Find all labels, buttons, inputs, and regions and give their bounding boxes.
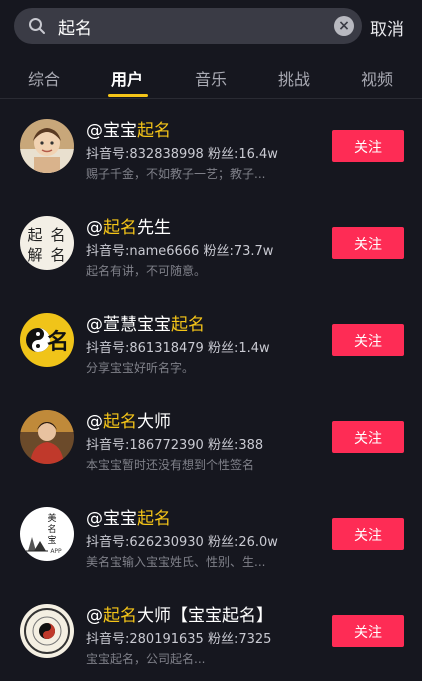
user-name[interactable]: @起名大师 <box>86 407 171 432</box>
user-name[interactable]: @宝宝起名 <box>86 504 171 529</box>
avatar-char: 起 <box>27 226 42 244</box>
user-bio: 宝宝起名，公司起名... <box>86 652 206 666</box>
user-meta: 抖音号:861318479 粉丝:1.4w <box>86 341 270 356</box>
tab-users[interactable]: 用户 <box>111 66 143 90</box>
follow-button[interactable]: 关注 <box>332 421 404 453</box>
clear-icon[interactable]: × <box>334 16 354 36</box>
follow-button[interactable]: 关注 <box>332 518 404 550</box>
user-bio: 起名有讲，不可随意。 <box>86 264 207 278</box>
user-row[interactable]: @起名大师 抖音号:186772390 粉丝:388 本宝宝暂时还没有想到个性签… <box>0 390 422 487</box>
search-bar-row: × 取消 <box>0 0 422 52</box>
avatar-char: 名 <box>50 226 65 244</box>
user-row[interactable]: 名 @萱慧宝宝起名 抖音号:861318479 粉丝:1.4w 分享宝宝好听名字… <box>0 293 422 390</box>
user-bio: 赐子千金，不如教子一艺；教子... <box>86 167 266 181</box>
app-logo-avatar[interactable]: 美 名 宝 APP <box>20 507 74 561</box>
avatar-char: APP <box>50 548 62 555</box>
user-bio: 美名宝输入宝宝姓氏、性别、生... <box>86 555 266 569</box>
follow-button[interactable]: 关注 <box>332 227 404 259</box>
bagua-avatar[interactable] <box>20 604 74 658</box>
user-row[interactable]: 起 名 解 名 @起名先生 抖音号:name6666 粉丝:73.7w 起名有讲… <box>0 196 422 293</box>
user-bio: 本宝宝暂时还没有想到个性签名 <box>86 458 255 472</box>
tab-video[interactable]: 视频 <box>361 66 393 90</box>
avatar-char: 解 <box>27 246 42 264</box>
user-name[interactable]: @宝宝起名 <box>86 116 171 141</box>
follow-button[interactable]: 关注 <box>332 324 404 356</box>
tab-challenge[interactable]: 挑战 <box>278 66 310 90</box>
tab-music[interactable]: 音乐 <box>195 66 227 90</box>
avatar-char: 美 <box>47 512 56 524</box>
tab-bar: 综合 用户 音乐 挑战 视频 <box>0 52 422 98</box>
user-meta: 抖音号:186772390 粉丝:388 <box>86 438 264 453</box>
user-name[interactable]: @萱慧宝宝起名 <box>86 310 205 335</box>
avatar-char: 宝 <box>47 534 56 546</box>
user-row[interactable]: 美 名 宝 APP @宝宝起名 抖音号:626230930 粉丝:26.0w 美… <box>0 487 422 584</box>
user-name[interactable]: @起名大师【宝宝起名】 <box>86 601 273 626</box>
baby-photo-avatar[interactable] <box>20 119 74 173</box>
search-input[interactable] <box>58 8 328 44</box>
avatar-char: 名 <box>47 329 69 355</box>
avatar-char: 名 <box>50 246 65 264</box>
tab-all[interactable]: 综合 <box>28 66 60 90</box>
yin-yang-avatar[interactable]: 名 <box>20 313 74 367</box>
follow-button[interactable]: 关注 <box>332 615 404 647</box>
user-name[interactable]: @起名先生 <box>86 213 171 238</box>
user-meta: 抖音号:832838998 粉丝:16.4w <box>86 147 278 162</box>
user-meta: 抖音号:280191635 粉丝:7325 <box>86 632 272 647</box>
cancel-button[interactable]: 取消 <box>370 15 404 40</box>
user-row[interactable]: @起名大师【宝宝起名】 抖音号:280191635 粉丝:7325 宝宝起名，公… <box>0 584 422 681</box>
active-tab-indicator <box>108 94 148 97</box>
calligraphy-avatar[interactable]: 起 名 解 名 <box>20 216 74 270</box>
person-photo-avatar[interactable] <box>20 410 74 464</box>
user-meta: 抖音号:626230930 粉丝:26.0w <box>86 535 278 550</box>
follow-button[interactable]: 关注 <box>332 130 404 162</box>
user-bio: 分享宝宝好听名字。 <box>86 361 195 375</box>
user-meta: 抖音号:name6666 粉丝:73.7w <box>86 244 274 259</box>
search-icon <box>29 18 45 34</box>
user-row[interactable]: @宝宝起名 抖音号:832838998 粉丝:16.4w 赐子千金，不如教子一艺… <box>0 99 422 196</box>
avatar-char: 名 <box>47 523 56 535</box>
search-box[interactable]: × <box>14 8 362 44</box>
